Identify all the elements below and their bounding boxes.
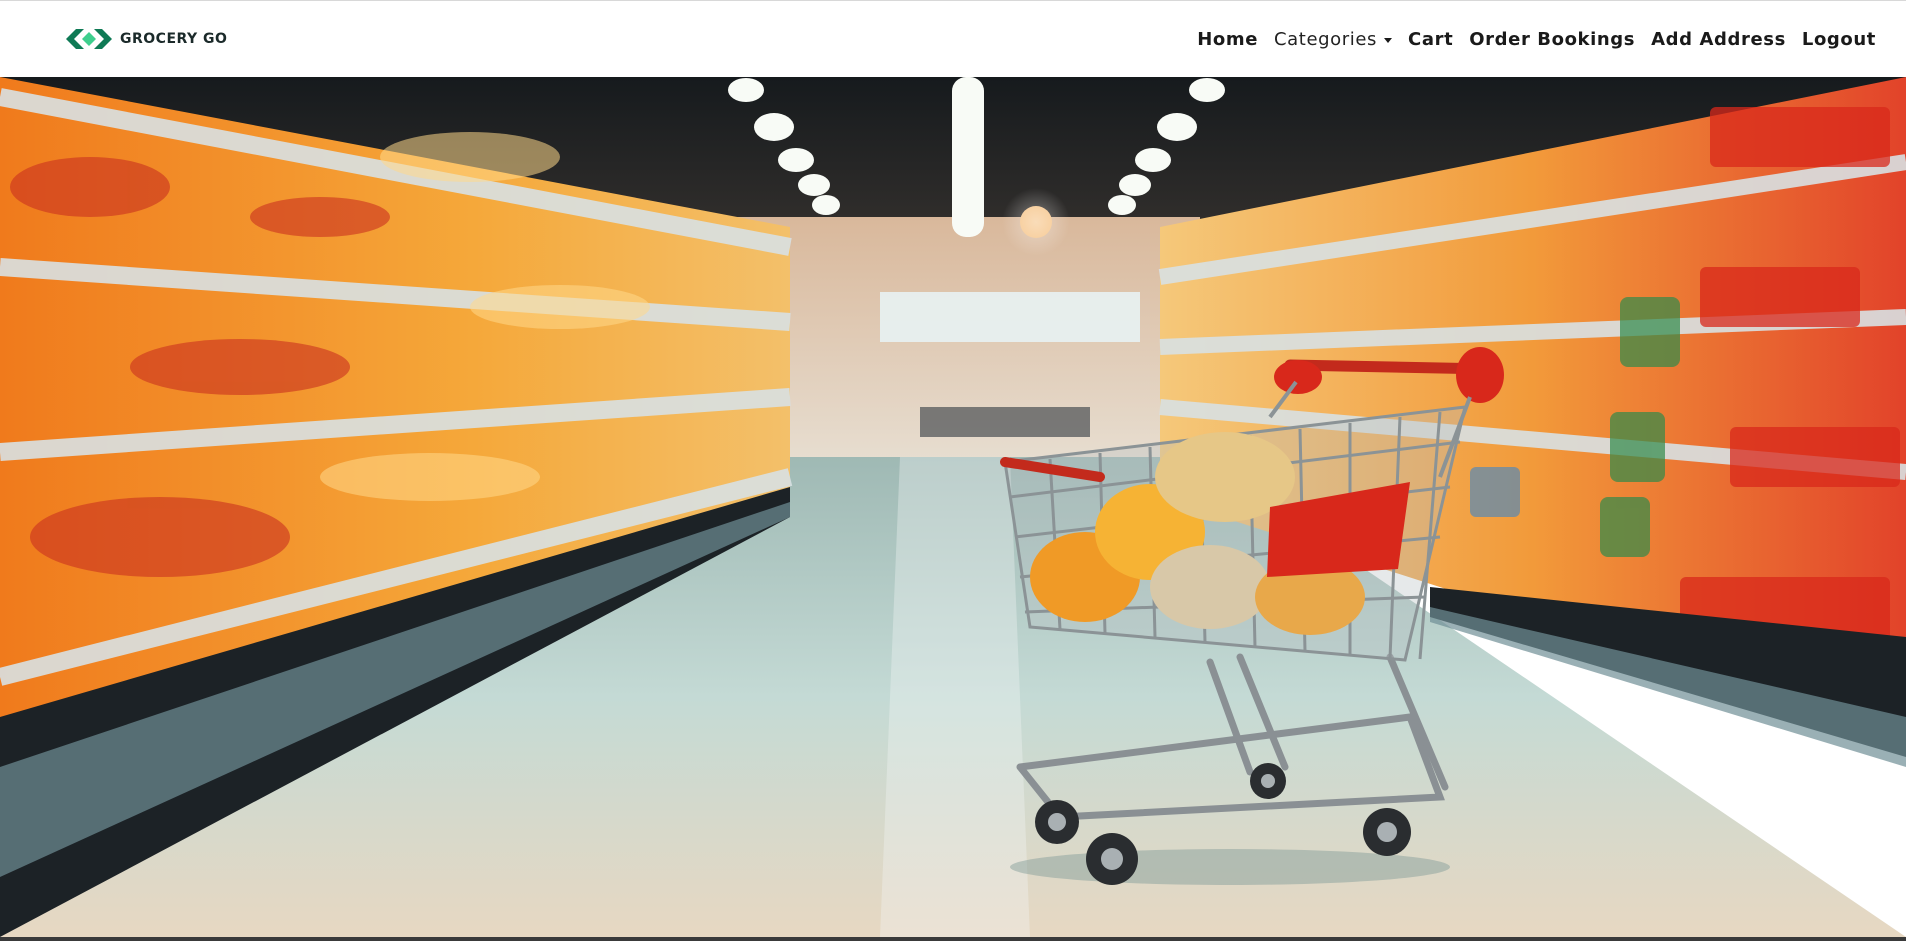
caret-down-icon <box>1384 38 1393 43</box>
brand[interactable]: GROCERY GO <box>66 27 227 51</box>
nav-order-bookings-link[interactable]: Order Bookings <box>1461 29 1643 50</box>
hero-banner-image <box>0 77 1906 937</box>
main-nav: Home Categories Cart Order Bookings Add … <box>1189 1 1884 78</box>
nav-add-address-link[interactable]: Add Address <box>1643 29 1794 50</box>
bottom-scrollbar-strip <box>0 937 1906 941</box>
nav-categories-dropdown[interactable]: Categories <box>1266 29 1400 50</box>
nav-logout-link[interactable]: Logout <box>1794 29 1884 50</box>
diamond-arrows-logo-icon <box>66 29 112 49</box>
brand-name: GROCERY GO <box>120 31 228 47</box>
top-navbar: GROCERY GO Home Categories Cart Order Bo… <box>0 0 1906 77</box>
nav-home-link[interactable]: Home <box>1189 29 1266 50</box>
nav-cart-link[interactable]: Cart <box>1400 29 1461 50</box>
nav-categories-label: Categories <box>1274 29 1378 50</box>
supermarket-aisle-illustration <box>0 77 1906 937</box>
